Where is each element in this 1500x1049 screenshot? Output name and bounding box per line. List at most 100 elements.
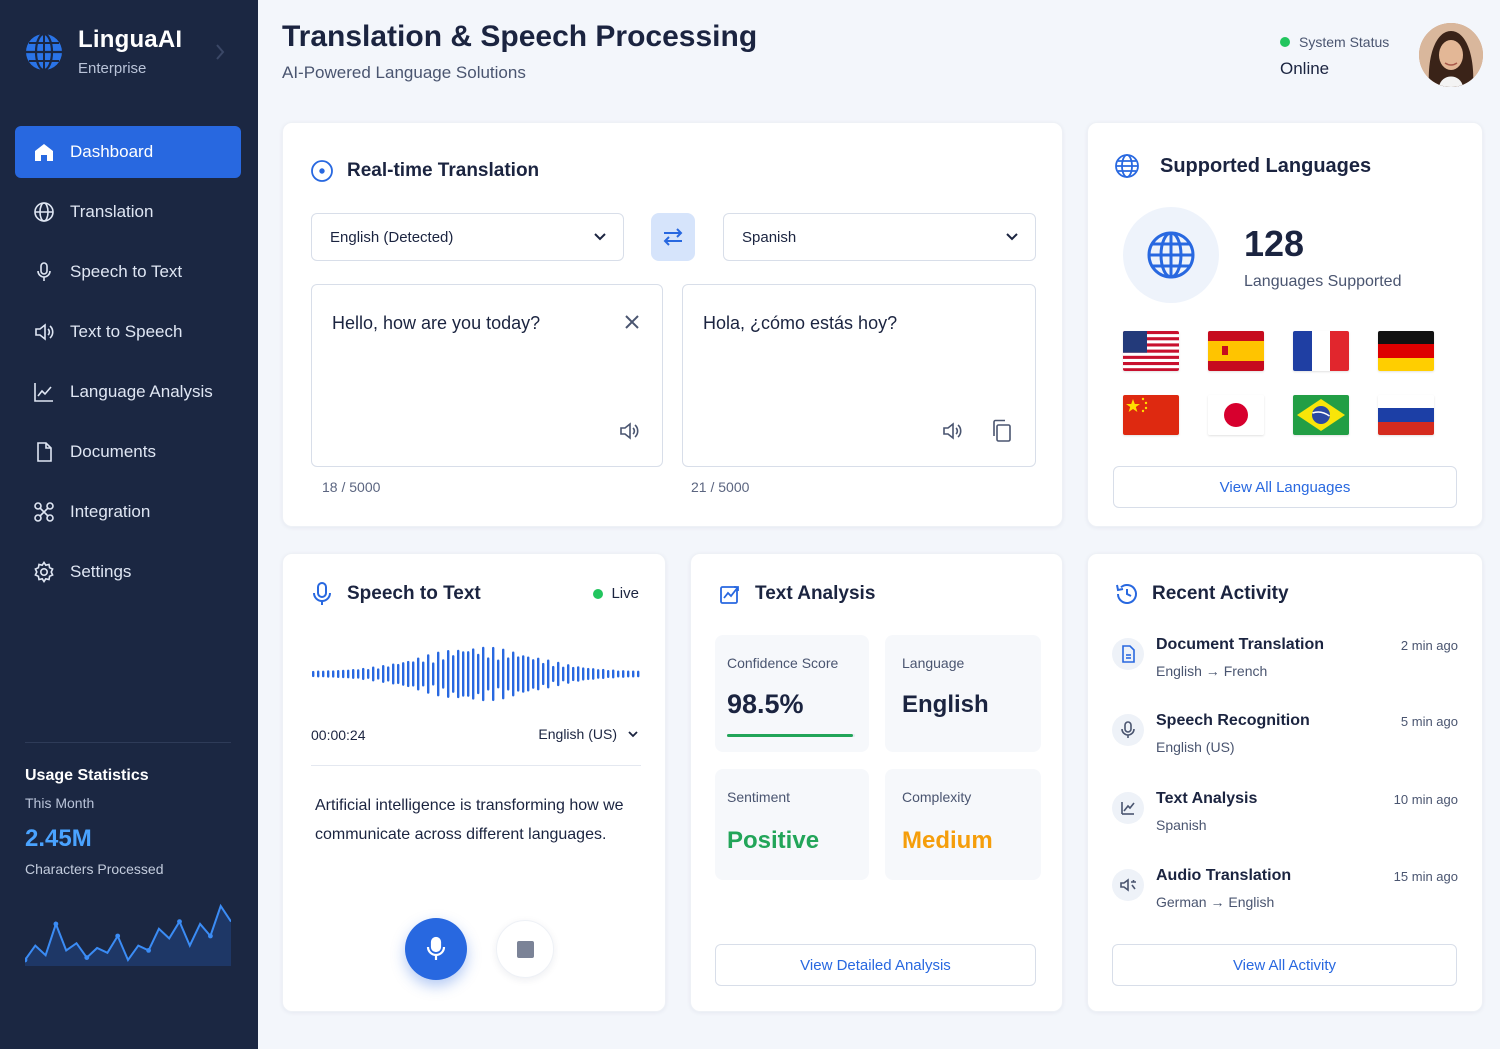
waveform-bar: [557, 661, 560, 687]
waveform-bar: [597, 669, 600, 679]
us-flag[interactable]: [1123, 331, 1179, 371]
activity-item[interactable]: Document Translation English → French 2 …: [1112, 636, 1458, 692]
waveform-bar: [357, 669, 360, 679]
waveform-bar: [347, 669, 350, 679]
page-subtitle: AI-Powered Language Solutions: [282, 63, 526, 82]
russia-flag[interactable]: [1378, 395, 1434, 435]
copy-icon[interactable]: [991, 419, 1013, 443]
sidebar-item-dashboard[interactable]: Dashboard: [15, 126, 241, 178]
waveform-bar: [512, 651, 515, 697]
activity-detail: English → French: [1156, 663, 1268, 679]
waveform-bar: [507, 657, 510, 691]
activity-detail: English (US): [1156, 739, 1235, 755]
history-icon: [1114, 581, 1140, 607]
germany-flag[interactable]: [1378, 331, 1434, 371]
text-analysis-card: Text Analysis Confidence Score 98.5% Lan…: [690, 553, 1063, 1012]
target-text-output[interactable]: Hola, ¿cómo estás hoy?: [682, 284, 1036, 467]
source-text-input[interactable]: Hello, how are you today?: [311, 284, 663, 467]
view-detailed-analysis-button[interactable]: View Detailed Analysis: [715, 944, 1036, 986]
supported-languages-card: Supported Languages 128 Languages Suppor…: [1087, 122, 1483, 527]
activity-time: 15 min ago: [1393, 869, 1458, 884]
stop-button[interactable]: [496, 920, 554, 978]
waveform-bar: [362, 667, 365, 681]
waveform-bar: [577, 666, 580, 682]
close-icon[interactable]: [624, 314, 640, 330]
swap-languages-button[interactable]: [651, 213, 695, 261]
translation-card: Real-time Translation English (Detected)…: [282, 122, 1063, 527]
gear-icon: [33, 561, 55, 583]
sidebar-item-label: Settings: [70, 562, 132, 581]
sidebar-item-documents[interactable]: Documents: [15, 426, 241, 478]
target-language-select[interactable]: Spanish: [723, 213, 1036, 261]
waveform-bar: [432, 662, 435, 686]
brazil-flag[interactable]: [1293, 395, 1349, 435]
sparkline-point: [177, 919, 182, 924]
waveform-bar: [547, 659, 550, 689]
translate-icon: [309, 158, 335, 184]
waveform-bar: [612, 669, 615, 679]
card-title: Supported Languages: [1160, 154, 1372, 177]
status-dot: [1280, 37, 1290, 47]
brand-edition: Enterprise: [78, 60, 147, 77]
globe-icon: [1114, 153, 1140, 179]
sidebar-item-translation[interactable]: Translation: [15, 186, 241, 238]
activity-item[interactable]: Audio Translation German → English 15 mi…: [1112, 867, 1458, 923]
spain-flag[interactable]: [1208, 331, 1264, 371]
speaker-icon[interactable]: [941, 420, 963, 442]
status-label: System Status: [1299, 34, 1390, 50]
waveform-bar: [377, 668, 380, 680]
china-flag[interactable]: [1123, 395, 1179, 435]
waveform-bar: [402, 662, 405, 686]
sparkline-point: [208, 933, 213, 939]
source-language-select[interactable]: English (Detected): [311, 213, 624, 261]
speech-to-text-card: Speech to Text Live 00:00:24 English (US…: [282, 553, 666, 1012]
confidence-progress-bar: [727, 734, 855, 737]
activity-item[interactable]: Speech Recognition English (US) 5 min ag…: [1112, 712, 1458, 768]
japan-flag[interactable]: [1208, 395, 1264, 435]
usage-statistics: Usage Statistics This Month 2.45M Charac…: [25, 742, 231, 877]
waveform-bar: [322, 670, 325, 678]
activity-title: Audio Translation: [1156, 867, 1292, 884]
target-text: Hola, ¿cómo estás hoy?: [703, 313, 898, 333]
avatar[interactable]: [1419, 23, 1483, 87]
waveform-bar: [457, 649, 460, 699]
view-all-languages-button[interactable]: View All Languages: [1113, 466, 1457, 508]
waveform-bar: [637, 670, 640, 678]
chevron-icon[interactable]: [213, 42, 227, 62]
sidebar-item-language-analysis[interactable]: Language Analysis: [15, 366, 241, 418]
speaker-icon: [33, 321, 55, 343]
waveform-bar: [332, 670, 335, 678]
source-text: Hello, how are you today?: [332, 313, 541, 333]
sidebar-nav: Dashboard Translation Speech to Text Tex…: [15, 126, 241, 606]
waveform-bar: [427, 654, 430, 694]
sidebar-item-integration[interactable]: Integration: [15, 486, 241, 538]
record-button[interactable]: [405, 918, 467, 980]
chevron-down-icon: [594, 233, 606, 241]
usage-period: This Month: [25, 795, 95, 811]
swap-icon: [663, 228, 683, 246]
microphone-icon: [33, 261, 55, 283]
waveform-bar: [522, 655, 525, 693]
activity-item[interactable]: Text Analysis Spanish 10 min ago: [1112, 790, 1458, 846]
sidebar-item-label: Integration: [70, 502, 151, 521]
metric-value: 98.5%: [727, 689, 804, 719]
document-icon: [1112, 638, 1144, 670]
metric-value: Positive: [727, 827, 820, 854]
view-all-activity-button[interactable]: View All Activity: [1112, 944, 1457, 986]
sidebar-item-text-to-speech[interactable]: Text to Speech: [15, 306, 241, 358]
waveform-bar: [422, 661, 425, 687]
live-indicator: Live: [593, 585, 639, 602]
sidebar-item-speech-to-text[interactable]: Speech to Text: [15, 246, 241, 298]
audio-waveform: [312, 646, 640, 702]
france-flag[interactable]: [1293, 331, 1349, 371]
waveform-bar: [412, 661, 415, 687]
waveform-bar: [592, 668, 595, 680]
microphone-icon: [1112, 714, 1144, 746]
speaker-icon[interactable]: [618, 420, 640, 442]
waveform-bar: [472, 648, 475, 700]
transcript: Artificial intelligence is transforming …: [315, 791, 624, 849]
speech-language-select[interactable]: English (US): [538, 726, 639, 742]
sidebar-item-settings[interactable]: Settings: [15, 546, 241, 598]
globe-icon: [1147, 231, 1195, 279]
brand[interactable]: LinguaAI Enterprise: [24, 26, 182, 77]
